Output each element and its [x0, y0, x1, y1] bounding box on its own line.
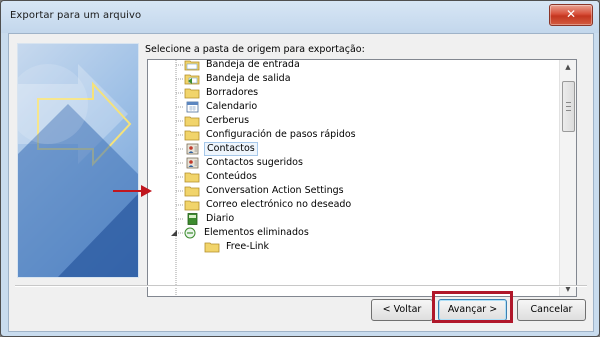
folder-icon [204, 242, 220, 253]
next-button-highlight [432, 291, 513, 323]
outbox-folder-icon [184, 74, 200, 85]
tree-expanded-icon[interactable] [170, 229, 178, 237]
tree-scrollbar[interactable]: ▲ ▼ [559, 60, 576, 296]
folder-icon [184, 130, 200, 141]
folder-icon [184, 88, 200, 99]
button-separator [15, 285, 587, 287]
cancel-button[interactable]: Cancelar [517, 299, 586, 321]
folder-icon [184, 172, 200, 183]
close-button[interactable]: ✕ [549, 4, 593, 26]
folder-icon [184, 200, 200, 211]
export-dialog: Exportar para um arquivo ✕ Selecione a p… [0, 0, 600, 337]
folder-icon [184, 116, 200, 127]
scroll-up-icon[interactable]: ▲ [560, 60, 576, 74]
title-bar[interactable]: Exportar para um arquivo ✕ [1, 1, 599, 33]
folder-prompt: Selecione a pasta de origem para exporta… [145, 44, 365, 55]
dialog-body: Selecione a pasta de origem para exporta… [8, 33, 594, 332]
folder-icon [184, 186, 200, 197]
journal-icon [187, 213, 198, 225]
deleted-items-icon [184, 227, 196, 239]
red-arrow-annotation [113, 185, 152, 197]
scroll-thumb[interactable] [562, 81, 575, 132]
folder-tree[interactable]: Bandeja de entrada Bandeja de salida Bor… [147, 59, 577, 297]
back-button[interactable]: < Voltar [371, 299, 433, 321]
tree-connector-lines [175, 60, 183, 296]
contacts-icon [186, 157, 199, 169]
contacts-icon [186, 143, 199, 155]
calendar-icon [186, 101, 199, 113]
dialog-title: Exportar para um arquivo [10, 10, 142, 21]
wizard-banner-image [17, 43, 139, 278]
inbox-folder-icon [184, 60, 200, 71]
banner-arrows-graphic [18, 64, 138, 277]
